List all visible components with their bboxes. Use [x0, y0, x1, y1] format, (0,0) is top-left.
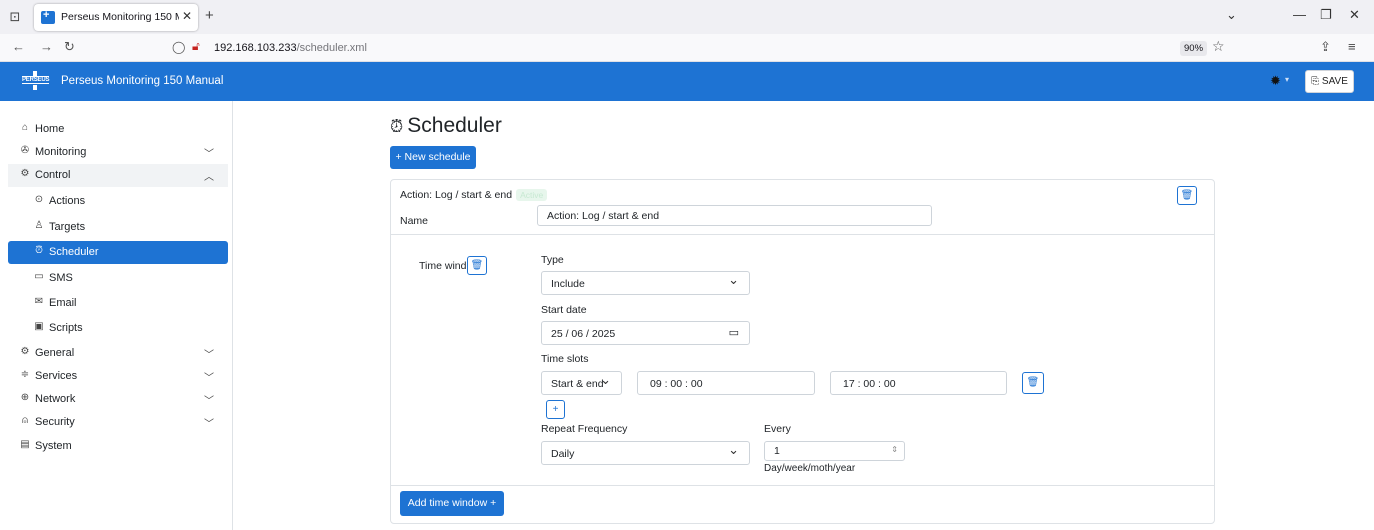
new-schedule-button[interactable]: + New schedule: [390, 146, 476, 169]
tab-title: Perseus Monitoring 150 Manual: [61, 11, 179, 23]
sidebar-item-network[interactable]: ⊕ Network ﹀: [8, 388, 228, 411]
reload-icon[interactable]: ↻: [64, 39, 75, 55]
share-icon[interactable]: ⇪: [1320, 39, 1331, 55]
repeat-frequency-select[interactable]: Daily: [541, 441, 750, 465]
perseus-logo[interactable]: PERSEUS: [22, 71, 50, 91]
back-icon[interactable]: ←: [12, 39, 25, 54]
url-text[interactable]: 192.168.103.233/scheduler.xml: [214, 42, 367, 54]
menu-icon[interactable]: ≡: [1348, 39, 1356, 54]
sidebar-item-sms[interactable]: ▭ SMS: [8, 267, 228, 290]
status-badge: Active: [516, 189, 548, 201]
calendar-icon[interactable]: ▭: [729, 326, 739, 339]
page-title: ⏰︎ Scheduler: [390, 114, 502, 137]
lock-icon: ⍝: [22, 415, 28, 426]
sliders-icon: ⚙: [20, 168, 30, 179]
tab-list-icon[interactable]: ⊡: [4, 6, 26, 28]
schedule-card-header: Action: Log / start & end Active 🗑︎ Name …: [391, 180, 1214, 235]
time-slots-label: Time slots: [541, 353, 589, 365]
zoom-level[interactable]: 90%: [1180, 41, 1208, 56]
repeat-frequency-label: Repeat Frequency: [541, 423, 628, 435]
shield-icon[interactable]: ◯: [172, 40, 185, 54]
theme-sun-icon[interactable]: ✹: [1270, 73, 1281, 89]
close-window-icon[interactable]: ✕: [1349, 7, 1360, 23]
favicon-icon: [41, 9, 55, 24]
sidebar-item-actions[interactable]: ⊙ Actions: [8, 190, 228, 213]
gear-icon: ⚙: [20, 346, 30, 357]
delete-slot-button[interactable]: 🗑︎: [1022, 372, 1044, 394]
sidebar-item-monitoring[interactable]: ✇ Monitoring ﹀: [8, 141, 228, 164]
browser-tab[interactable]: Perseus Monitoring 150 Manual ✕: [34, 4, 198, 31]
sidebar-item-general[interactable]: ⚙ General ﹀: [8, 342, 228, 365]
code-file-icon: ▣: [34, 321, 44, 332]
slot-start-time-input[interactable]: 09 : 00 : 00: [637, 371, 815, 395]
sidebar-item-targets[interactable]: ♙ Targets: [8, 216, 228, 239]
envelope-icon: ✉: [34, 296, 44, 307]
services-icon: ≑: [20, 369, 30, 380]
new-tab-icon[interactable]: +: [205, 7, 214, 24]
tab-close-icon[interactable]: ✕: [182, 9, 192, 23]
sidebar-item-system[interactable]: ▤ System: [8, 435, 228, 458]
add-time-window-button[interactable]: Add time window +: [400, 491, 504, 516]
gauge-icon: ✇: [20, 145, 30, 156]
sidebar-item-scheduler[interactable]: ⏰︎ Scheduler: [8, 241, 228, 264]
every-input[interactable]: 1 ⇕: [764, 441, 905, 461]
chevron-down-icon: ﹀: [204, 149, 214, 160]
slot-end-time-input[interactable]: 17 : 00 : 00: [830, 371, 1007, 395]
browser-tab-bar: ⊡ Perseus Monitoring 150 Manual ✕ + ⌄ — …: [0, 0, 1374, 34]
every-label: Every: [764, 423, 791, 435]
trash-icon: 🗑︎: [1180, 190, 1194, 201]
name-input[interactable]: Action: Log / start & end: [537, 205, 932, 226]
url-bar[interactable]: ◯ 🔓︎ 192.168.103.233/scheduler.xml 90% ☆: [162, 37, 1242, 59]
start-date-input[interactable]: 25 / 06 / 2025 ▭: [541, 321, 750, 345]
chevron-down-icon: ﹀: [204, 419, 214, 430]
slot-mode-select[interactable]: Start & end: [541, 371, 622, 395]
type-label: Type: [541, 254, 564, 266]
message-icon: ▭: [34, 271, 44, 282]
save-icon: ⎘: [1311, 76, 1320, 87]
chevron-down-icon: ﹀: [204, 350, 214, 361]
users-icon: ♙: [34, 220, 44, 231]
app-title: Perseus Monitoring 150 Manual: [61, 75, 224, 87]
app-header: PERSEUS Perseus Monitoring 150 Manual ✹ …: [0, 62, 1374, 101]
number-spinner-icon[interactable]: ⇕: [891, 445, 898, 454]
add-slot-button[interactable]: +: [546, 400, 565, 419]
play-circle-icon: ⊙: [34, 194, 44, 205]
minimize-icon[interactable]: —: [1293, 7, 1306, 22]
sidebar: ⌂ Home ✇ Monitoring ﹀ ⚙ Control ︿ ⊙ Actions …: [0, 101, 233, 530]
tab-overflow-chevron-icon[interactable]: ⌄: [1226, 7, 1237, 23]
trash-icon: 🗑︎: [1026, 377, 1040, 388]
insecure-lock-icon[interactable]: 🔓︎: [192, 39, 200, 54]
bookmark-star-icon[interactable]: ☆: [1212, 38, 1225, 55]
home-icon: ⌂: [21, 122, 29, 133]
sidebar-item-services[interactable]: ≑ Services ﹀: [8, 365, 228, 388]
chevron-up-icon: ︿: [204, 172, 214, 183]
sidebar-item-email[interactable]: ✉ Email: [8, 292, 228, 315]
file-icon: ▤: [20, 439, 30, 450]
start-date-label: Start date: [541, 304, 587, 316]
name-label: Name: [400, 215, 429, 227]
chevron-down-icon: ﹀: [204, 373, 214, 384]
delete-time-window-button[interactable]: 🗑︎: [467, 256, 487, 275]
alarm-clock-icon: ⏰︎: [35, 245, 43, 256]
theme-dropdown-chevron-icon[interactable]: ▾: [1285, 75, 1289, 84]
browser-nav-bar: ← → ↻ ◯ 🔓︎ 192.168.103.233/scheduler.xml…: [0, 34, 1374, 62]
card-footer-divider: [391, 485, 1214, 486]
sidebar-item-home[interactable]: ⌂ Home: [8, 118, 228, 141]
chevron-down-icon: ﹀: [204, 396, 214, 407]
trash-icon: 🗑︎: [470, 260, 484, 271]
forward-icon[interactable]: →: [40, 39, 53, 54]
alarm-clock-icon: ⏰︎: [390, 117, 404, 136]
schedule-card: Action: Log / start & end Active 🗑︎ Name …: [390, 179, 1215, 524]
sidebar-item-security[interactable]: ⍝ Security ﹀: [8, 411, 228, 434]
sidebar-item-control[interactable]: ⚙ Control ︿: [8, 164, 228, 187]
type-select[interactable]: Include: [541, 271, 750, 295]
schedule-header-title: Action: Log / start & end Active: [400, 189, 548, 201]
delete-schedule-button[interactable]: 🗑︎: [1177, 186, 1197, 205]
globe-icon: ⊕: [20, 392, 30, 403]
every-hint: Day/week/moth/year: [764, 463, 856, 474]
sidebar-item-scripts[interactable]: ▣ Scripts: [8, 317, 228, 340]
save-button[interactable]: ⎘ SAVE: [1305, 70, 1354, 93]
restore-icon[interactable]: ❐: [1320, 7, 1332, 23]
